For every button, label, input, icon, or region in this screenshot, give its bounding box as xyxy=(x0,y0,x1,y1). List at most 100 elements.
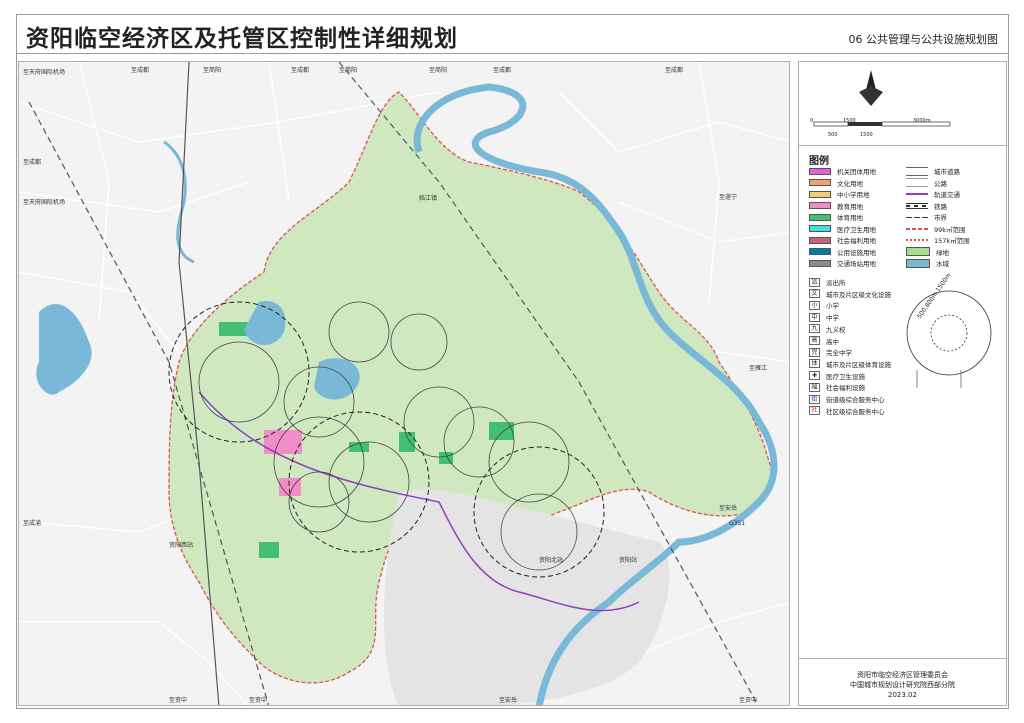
svg-text:资阳北站: 资阳北站 xyxy=(539,556,563,564)
page-title: 资阳临空经济区及托管区控制性详细规划 xyxy=(26,26,458,52)
legend-label: 水域 xyxy=(936,260,949,268)
legend-line-swatch xyxy=(906,247,930,256)
scale-tick-1500b: 1500 xyxy=(860,132,873,138)
legend-line-item: 铁路 xyxy=(906,201,947,211)
legend-label: 中学 xyxy=(826,314,839,323)
legend-symbol-item: 街街道级综合服务中心 xyxy=(809,394,885,404)
legend-label: 城市及片区级文化设施 xyxy=(826,290,891,299)
legend-symbol-item: 社社区级综合服务中心 xyxy=(809,406,885,416)
legend-label: 157k㎡范围 xyxy=(934,237,970,245)
legend-label: 城市及片区级体育设施 xyxy=(826,360,891,369)
svg-text:至资中: 至资中 xyxy=(169,696,187,704)
legend-symbol-icon: 高 xyxy=(809,336,820,345)
urban-area xyxy=(384,489,670,705)
svg-text:至成都: 至成都 xyxy=(131,66,149,74)
legend-line-item: 轨道交通 xyxy=(906,189,960,199)
legend-symbol-item: 体城市及片区级体育设施 xyxy=(809,359,891,369)
svg-text:资阳西站: 资阳西站 xyxy=(169,541,193,549)
legend-landuse-item: 文化用地 xyxy=(809,178,863,188)
legend-symbol-item: 高高中 xyxy=(809,336,839,346)
legend-line-swatch xyxy=(906,178,928,187)
legend-label: 文化用地 xyxy=(837,179,863,188)
legend-symbol-icon: 街 xyxy=(809,394,820,404)
legend-landuse-item: 医疗卫生用地 xyxy=(809,224,876,234)
legend-line-swatch xyxy=(906,236,928,244)
legend-label: 市界 xyxy=(934,214,947,222)
legend-symbol-item: ✚ 医疗卫生设施 xyxy=(809,371,865,381)
svg-text:至资中: 至资中 xyxy=(739,696,757,704)
legend-line-swatch xyxy=(906,202,928,209)
north-arrow-icon xyxy=(859,70,883,106)
legend-symbol-icon: 九 xyxy=(809,324,820,334)
scale-tick-500: 500 xyxy=(828,132,838,138)
legend-landuse-item: 交通场站用地 xyxy=(809,258,876,268)
legend-symbol-item: 完完全中学 xyxy=(809,347,852,357)
legend-label: 社区级综合服务中心 xyxy=(826,407,885,416)
svg-text:资阳站: 资阳站 xyxy=(619,556,637,564)
legend-landuse-item: 机关团体用地 xyxy=(809,166,876,176)
sheet-label: 06 公共管理与公共设施规划图 xyxy=(848,33,999,46)
legend-landuse-item: 中小学用地 xyxy=(809,189,870,199)
legend-label: 医疗卫生用地 xyxy=(837,225,876,234)
legend-divider xyxy=(799,145,1006,146)
legend-line-swatch xyxy=(906,258,930,268)
svg-text:至资中: 至资中 xyxy=(249,696,267,704)
legend-line-item: 99k㎡范围 xyxy=(906,224,966,234)
legend-symbol-icon: 福 xyxy=(809,382,820,392)
legend-line-item: 绿地 xyxy=(906,247,949,257)
svg-text:G351: G351 xyxy=(729,520,745,527)
svg-text:至简阳: 至简阳 xyxy=(203,66,221,74)
legend-label: 派出所 xyxy=(826,279,846,287)
legend-swatch xyxy=(809,213,831,221)
legend-label: 完全中学 xyxy=(826,349,852,358)
svg-text:至安岳: 至安岳 xyxy=(719,504,737,512)
legend-swatch xyxy=(809,202,831,209)
legend-line-item: 公路 xyxy=(906,178,947,188)
legend-landuse-item: 社会福利用地 xyxy=(809,235,876,245)
credits-line-2: 中国城市规划设计研究院西部分院 xyxy=(850,681,955,689)
legend-label: 医疗卫生设施 xyxy=(826,372,865,381)
legend-symbol-icon: 完 xyxy=(809,347,820,357)
legend-label: 小学 xyxy=(826,302,839,311)
legend-label: 城市道路 xyxy=(934,168,960,176)
legend-line-item: 城市道路 xyxy=(906,166,960,176)
legend-title: 图例 xyxy=(809,156,829,167)
legend-swatch xyxy=(809,167,831,175)
svg-text:至天府国际机场: 至天府国际机场 xyxy=(23,68,65,76)
legend-symbol-item: 福社会福利设施 xyxy=(809,382,865,392)
legend-label: 交通场站用地 xyxy=(837,260,876,268)
legend-label: 社会福利设施 xyxy=(826,384,865,393)
legend-swatch xyxy=(809,190,831,198)
legend-swatch xyxy=(809,259,831,267)
legend-label: 中小学用地 xyxy=(837,191,870,199)
legend-symbol-icon: 小 xyxy=(809,300,820,310)
svg-text:至简阳: 至简阳 xyxy=(339,66,357,74)
legend-symbol-icon: 体 xyxy=(809,359,820,369)
scale-tick-3000: 3000m xyxy=(913,118,931,124)
legend-label: 机关团体用地 xyxy=(837,168,876,176)
planning-map[interactable]: 至天府国际机场 至成都 至简阳 至成都 至简阳 至简阳 至成都 至成都 至成都 … xyxy=(18,61,790,706)
svg-text:至成渝: 至成渝 xyxy=(23,519,41,527)
legend-line-swatch xyxy=(906,166,928,176)
credits-divider xyxy=(799,658,1006,659)
legend-line-swatch xyxy=(906,213,928,221)
svg-text:临江镇: 临江镇 xyxy=(419,194,437,202)
svg-text:至成都: 至成都 xyxy=(291,66,309,74)
svg-text:至成都: 至成都 xyxy=(23,158,41,166)
map-canvas: 至天府国际机场 至成都 至简阳 至成都 至简阳 至简阳 至成都 至成都 至成都 … xyxy=(19,62,789,705)
legend-label: 铁路 xyxy=(934,202,947,211)
legend-symbol-icon: 派 xyxy=(809,277,820,287)
svg-text:至成都: 至成都 xyxy=(493,66,511,74)
legend-line-item: 市界 xyxy=(906,212,947,222)
legend-label: 街道级综合服务中心 xyxy=(826,396,885,404)
credits-line-1: 资阳市临空经济区管理委员会 xyxy=(857,671,948,679)
legend-panel: 0 1500 3000m 500 1500 图例 机关团体用地 文化用地 中小学用地… xyxy=(798,61,1007,706)
svg-text:至简阳: 至简阳 xyxy=(429,66,447,74)
legend-swatch xyxy=(809,225,831,232)
legend-line-item: 水域 xyxy=(906,258,949,268)
legend-symbol-item: 派派出所 xyxy=(809,277,846,287)
legend-symbol-item: 文城市及片区级文化设施 xyxy=(809,289,891,299)
legend-label: 高中 xyxy=(826,337,839,346)
legend-line-swatch xyxy=(906,225,928,232)
legend-symbol-item: 九九义校 xyxy=(809,324,846,334)
